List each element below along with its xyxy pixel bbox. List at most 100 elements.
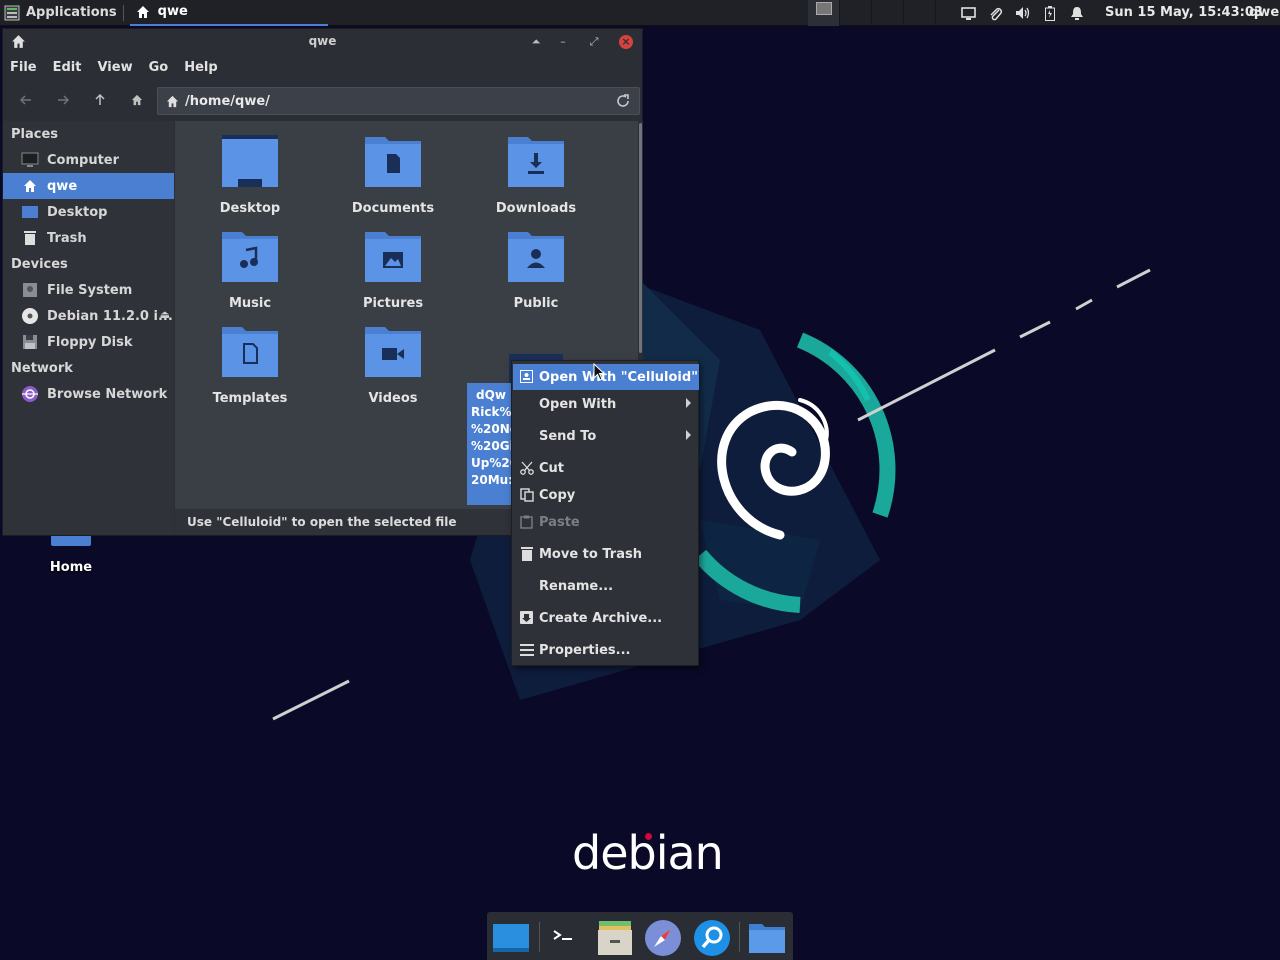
dock [487, 912, 793, 960]
scrollbar-thumb[interactable] [639, 123, 642, 353]
close-button[interactable]: × [619, 35, 633, 49]
folder-desktop-icon [220, 135, 280, 195]
file-item-documents[interactable]: Documents [333, 135, 453, 216]
sidebar-heading-devices: Devices [11, 257, 68, 272]
file-label: Pictures [362, 296, 424, 311]
minimize-button[interactable]: – [556, 35, 570, 49]
file-label: Downloads [495, 201, 577, 216]
menu-item-send-to[interactable]: Send To [513, 423, 699, 449]
folder-icon[interactable] [747, 918, 787, 958]
properties-icon [519, 642, 534, 657]
web-browser-icon[interactable] [643, 918, 683, 958]
menu-bar: File Edit View Go Help [3, 57, 234, 81]
selected-file-label-line: 20Mu: [471, 473, 513, 487]
desktop-home-icon[interactable]: Home [40, 536, 102, 575]
taskbar-window-button[interactable]: qwe [129, 0, 328, 26]
arrow-right-icon [58, 95, 69, 105]
sidebar-item-label: Trash [47, 230, 87, 246]
window-titlebar[interactable]: qwe ⏶ – ⤢ × [3, 29, 642, 55]
shade-button[interactable]: ⏶ [529, 35, 543, 49]
workspace-2[interactable] [840, 0, 872, 26]
file-item-music[interactable]: Music [190, 230, 310, 311]
file-item-templates[interactable]: Templates [190, 325, 310, 406]
menu-item-create-archive[interactable]: Create Archive... [513, 605, 699, 631]
clock[interactable]: Sun 15 May, 15:43:03 [1105, 5, 1263, 20]
maximize-button[interactable]: ⤢ [587, 35, 601, 49]
submenu-arrow-icon [686, 398, 691, 408]
workspace-3[interactable] [872, 0, 904, 26]
sidebar-item-computer[interactable]: Computer [3, 147, 174, 173]
show-desktop-icon[interactable] [491, 918, 531, 958]
disc-icon [21, 307, 39, 325]
copy-icon [519, 487, 534, 502]
sidebar-item-file-system[interactable]: File System [3, 277, 174, 303]
selected-file-label-line: Up%20 [471, 456, 515, 470]
up-button[interactable] [89, 89, 111, 111]
selected-file-label-line: %20Ne [471, 422, 515, 436]
file-item-desktop[interactable]: Desktop [190, 135, 310, 216]
workspace-1[interactable] [808, 0, 840, 26]
sidebar-item-qwe[interactable]: qwe [3, 173, 174, 199]
forward-button[interactable] [52, 89, 74, 111]
desktop-home-label: Home [49, 560, 93, 575]
menu-item-move-to-trash[interactable]: Move to Trash [513, 541, 699, 567]
menu-go[interactable]: Go [149, 57, 177, 81]
folder-public-icon [506, 230, 566, 290]
display-icon[interactable] [960, 5, 977, 22]
workspace-switcher[interactable] [808, 0, 936, 26]
menu-item-copy[interactable]: Copy [513, 482, 699, 508]
user-menu[interactable]: qwe [1249, 5, 1279, 20]
location-bar[interactable]: /home/qwe/ [157, 87, 640, 115]
selected-file-label-line: Rick%2 [471, 405, 515, 419]
sidebar-item-label: File System [47, 282, 133, 298]
volume-icon[interactable] [1014, 5, 1031, 22]
app-finder-icon[interactable] [692, 918, 732, 958]
menu-help[interactable]: Help [184, 57, 225, 81]
context-menu: Open With "Celluloid" Open With Send To … [511, 360, 699, 666]
file-item-downloads[interactable]: Downloads [476, 135, 596, 216]
reload-icon[interactable] [615, 93, 631, 109]
taskbar-window-label: qwe [157, 4, 188, 19]
panel-separator [122, 4, 124, 21]
sidebar-item-debian-disc[interactable]: Debian 11.2.0 i... ⏏ [3, 303, 174, 329]
eject-icon[interactable]: ⏏ [160, 308, 170, 321]
menu-item-properties[interactable]: Properties... [513, 637, 699, 663]
file-manager-icon[interactable] [595, 918, 635, 958]
menu-item-label: Cut [539, 460, 565, 476]
dock-separator [539, 922, 540, 952]
menu-file[interactable]: File [10, 57, 45, 81]
sidebar-item-browse-network[interactable]: Browse Network [3, 381, 174, 407]
file-item-videos[interactable]: Videos [333, 325, 453, 406]
workspace-4[interactable] [904, 0, 936, 26]
menu-item-cut[interactable]: Cut [513, 455, 699, 481]
terminal-icon[interactable] [545, 918, 585, 958]
top-panel: Applications qwe Sun 15 May, 15:43:03 qw… [0, 0, 1280, 26]
menu-item-open-with-celluloid[interactable]: Open With "Celluloid" [513, 364, 699, 390]
menu-item-paste[interactable]: Paste [513, 509, 699, 535]
file-item-pictures[interactable]: Pictures [333, 230, 453, 311]
applications-menu-button[interactable]: Applications [0, 0, 117, 26]
clip-icon[interactable] [987, 5, 1004, 22]
sidebar-item-floppy-disk[interactable]: Floppy Disk [3, 329, 174, 355]
home-button[interactable] [126, 89, 148, 111]
menu-item-label: Rename... [539, 578, 614, 594]
menu-view[interactable]: View [97, 57, 140, 81]
back-button[interactable] [15, 89, 37, 111]
sidebar-item-desktop[interactable]: Desktop [3, 199, 174, 225]
sidebar-item-label: qwe [47, 178, 78, 194]
sidebar-item-trash[interactable]: Trash [3, 225, 174, 251]
sidebar: Places Computer qwe Desktop Trash Device… [3, 121, 174, 535]
arrow-left-icon [20, 95, 31, 105]
selected-file-label[interactable]: dQw Rick%2 %20Ne %20Giv Up%20 20Mu: [467, 383, 515, 505]
file-item-public[interactable]: Public [476, 230, 596, 311]
floppy-icon [21, 333, 39, 351]
menu-item-open-with[interactable]: Open With [513, 391, 699, 417]
selected-file-label-line: dQw [476, 388, 506, 402]
battery-icon[interactable] [1041, 5, 1058, 22]
archive-icon [519, 610, 534, 625]
menu-item-rename[interactable]: Rename... [513, 573, 699, 599]
trash-icon [519, 546, 534, 561]
sidebar-item-label: Floppy Disk [47, 334, 133, 350]
menu-edit[interactable]: Edit [53, 57, 90, 81]
notification-icon[interactable] [1068, 5, 1085, 22]
